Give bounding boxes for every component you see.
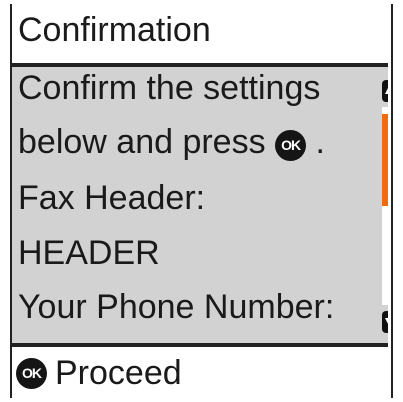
screen-footer: OK Proceed [12,347,388,398]
message-line-2: below and press OK . [18,123,325,162]
page-title: Confirmation [18,11,211,49]
scroll-down-arrow-icon[interactable] [382,311,388,333]
scroll-up-arrow-icon[interactable] [382,80,388,102]
message-line-2-period: . [315,123,325,161]
ok-button-icon: OK [16,357,47,389]
proceed-button[interactable]: OK Proceed [16,353,182,393]
fax-header-label: Fax Header: [18,179,206,217]
phone-number-label: Your Phone Number: [18,288,335,326]
scroll-thumb[interactable] [382,114,388,206]
fax-header-value: HEADER [18,234,160,272]
ok-button-icon: OK [275,130,307,161]
scrollbar[interactable] [378,67,388,343]
message-line-1: Confirm the settings [18,69,321,107]
message-line-2-text: below and press [18,123,266,161]
printer-lcd-screen: Confirmation Confirm the settings below … [0,0,403,402]
message-panel[interactable]: Confirm the settings below and press OK … [12,67,388,347]
scroll-track[interactable] [382,107,388,305]
proceed-label: Proceed [55,353,182,392]
screen-header: Confirmation [12,6,388,67]
